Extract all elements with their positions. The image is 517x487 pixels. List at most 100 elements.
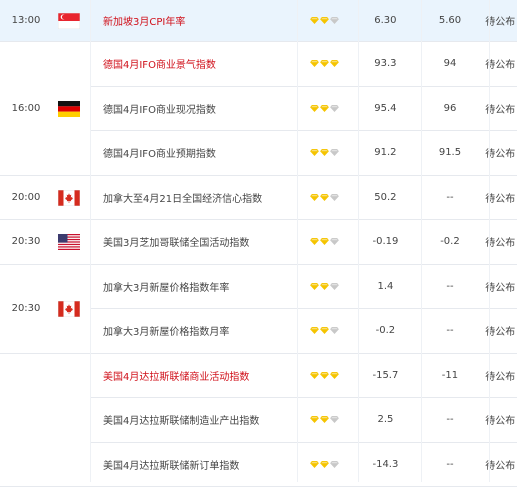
importance-rating (294, 60, 354, 67)
importance-diamond-icon (310, 327, 319, 334)
previous-value: -0.19 (354, 236, 416, 247)
release-time: 13:00 (0, 15, 52, 26)
previous-value: -0.2 (354, 325, 416, 336)
importance-diamond-icon (310, 149, 319, 156)
previous-value: 1.4 (354, 281, 416, 292)
importance-diamond-icon (320, 416, 329, 423)
previous-value: 2.5 (354, 414, 416, 425)
importance-diamond-empty-icon (330, 327, 339, 334)
singapore-flag (58, 13, 80, 29)
previous-value: -15.7 (354, 370, 416, 381)
release-time: 20:30 (0, 236, 52, 247)
release-time: 20:30 (0, 303, 52, 314)
importance-diamond-icon (320, 238, 329, 245)
column-separator (297, 0, 298, 482)
importance-rating (294, 372, 354, 379)
forecast-value: -- (416, 192, 483, 203)
event-name-link[interactable]: 加拿大3月新屋价格指数月率 (90, 323, 294, 338)
canada-flag (58, 301, 80, 317)
importance-diamond-icon (310, 60, 319, 67)
event-name-link[interactable]: 美国4月达拉斯联储新订单指数 (90, 457, 294, 472)
germany-flag (58, 101, 80, 117)
importance-diamond-icon (320, 327, 329, 334)
canada-flag-icon (58, 301, 80, 317)
importance-diamond-icon (310, 372, 319, 379)
importance-diamond-empty-icon (330, 105, 339, 112)
importance-diamond-icon (310, 238, 319, 245)
importance-diamond-empty-icon (330, 238, 339, 245)
importance-diamond-icon (310, 17, 319, 24)
importance-rating (294, 194, 354, 201)
importance-diamond-icon (320, 105, 329, 112)
event-name-link[interactable]: 美国4月达拉斯联储制造业产出指数 (90, 412, 294, 427)
release-time: 16:00 (0, 103, 52, 114)
event-row[interactable]: 德国4月IFO商业预期指数91.291.5待公布 (90, 131, 517, 176)
importance-rating (294, 416, 354, 423)
importance-rating (294, 283, 354, 290)
importance-diamond-empty-icon (330, 149, 339, 156)
importance-diamond-icon (330, 372, 339, 379)
usa-flag (58, 234, 80, 250)
importance-diamond-empty-icon (330, 283, 339, 290)
time-group-cell (0, 354, 90, 487)
forecast-value: 5.60 (416, 15, 483, 26)
event-name-link[interactable]: 新加坡3月CPI年率 (90, 13, 294, 28)
importance-rating (294, 149, 354, 156)
forecast-value: -11 (416, 370, 483, 381)
forecast-value: -- (416, 281, 483, 292)
event-row[interactable]: 美国4月达拉斯联储新订单指数-14.3--待公布 (90, 443, 517, 487)
importance-diamond-icon (320, 60, 329, 67)
importance-diamond-icon (320, 194, 329, 201)
importance-diamond-icon (310, 461, 319, 468)
forecast-value: -- (416, 325, 483, 336)
importance-diamond-empty-icon (330, 194, 339, 201)
previous-value: 6.30 (354, 15, 416, 26)
forecast-value: -0.2 (416, 236, 483, 247)
previous-value: 91.2 (354, 147, 416, 158)
importance-diamond-icon (310, 416, 319, 423)
previous-value: 50.2 (354, 192, 416, 203)
event-row[interactable]: 德国4月IFO商业现况指数95.496待公布 (90, 87, 517, 132)
column-separator (358, 0, 359, 482)
forecast-value: 94 (416, 58, 483, 69)
event-row[interactable]: 美国4月达拉斯联储商业活动指数-15.7-11待公布 (90, 354, 517, 399)
event-name-link[interactable]: 美国4月达拉斯联储商业活动指数 (90, 368, 294, 383)
canada-flag-icon (58, 190, 80, 206)
economic-calendar: 新加坡3月CPI年率6.305.60待公布德国4月IFO商业景气指数93.394… (0, 0, 517, 482)
event-row[interactable]: 美国4月达拉斯联储制造业产出指数2.5--待公布 (90, 398, 517, 443)
importance-diamond-icon (310, 194, 319, 201)
event-name-link[interactable]: 德国4月IFO商业现况指数 (90, 101, 294, 116)
column-separator (489, 0, 490, 482)
event-name-link[interactable]: 德国4月IFO商业景气指数 (90, 56, 294, 71)
event-row[interactable]: 加拿大3月新屋价格指数年率1.4--待公布 (90, 265, 517, 310)
importance-diamond-icon (320, 149, 329, 156)
singapore-flag-icon (58, 13, 80, 29)
usa-flag-icon (58, 234, 80, 250)
germany-flag-icon (58, 101, 80, 117)
forecast-value: -- (416, 414, 483, 425)
column-separator (90, 0, 91, 482)
event-row[interactable]: 加拿大3月新屋价格指数月率-0.2--待公布 (90, 309, 517, 354)
release-time: 20:00 (0, 192, 52, 203)
importance-diamond-icon (320, 372, 329, 379)
previous-value: 93.3 (354, 58, 416, 69)
event-row[interactable]: 美国3月芝加哥联储全国活动指数-0.19-0.2待公布 (90, 220, 517, 265)
forecast-value: 96 (416, 103, 483, 114)
importance-diamond-icon (320, 283, 329, 290)
importance-diamond-icon (330, 60, 339, 67)
canada-flag (58, 190, 80, 206)
importance-rating (294, 17, 354, 24)
event-name-link[interactable]: 美国3月芝加哥联储全国活动指数 (90, 234, 294, 249)
importance-rating (294, 238, 354, 245)
event-row[interactable]: 德国4月IFO商业景气指数93.394待公布 (90, 42, 517, 87)
importance-rating (294, 327, 354, 334)
importance-diamond-empty-icon (330, 461, 339, 468)
importance-diamond-empty-icon (330, 17, 339, 24)
event-name-link[interactable]: 加拿大3月新屋价格指数年率 (90, 279, 294, 294)
event-name-link[interactable]: 加拿大至4月21日全国经济信心指数 (90, 190, 294, 205)
importance-diamond-icon (320, 461, 329, 468)
importance-rating (294, 105, 354, 112)
event-name-link[interactable]: 德国4月IFO商业预期指数 (90, 145, 294, 160)
importance-diamond-icon (310, 283, 319, 290)
event-row[interactable]: 加拿大至4月21日全国经济信心指数50.2--待公布 (90, 176, 517, 221)
